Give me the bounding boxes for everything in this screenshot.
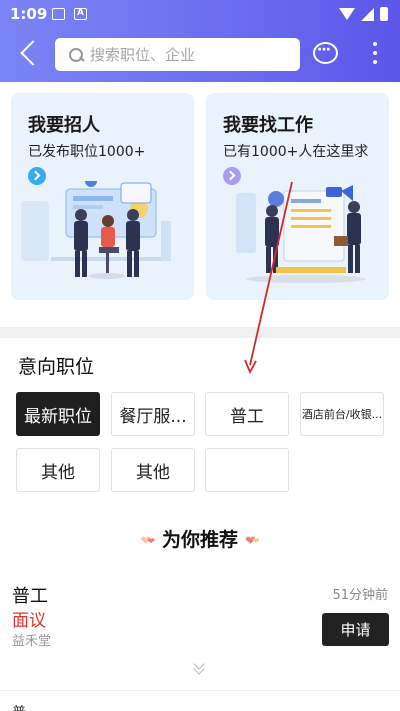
chip-empty[interactable] [205,448,289,492]
card-subtitle: 已发布职位1000+ [28,144,146,160]
heart-icon: ❤ [252,536,260,547]
list-divider [0,690,400,691]
chevron-down-icon[interactable] [192,658,208,676]
battery-icon [380,7,388,21]
job-title: 普工 [12,586,48,607]
back-button[interactable] [14,37,44,71]
status-bar: 1:09 A [0,0,400,28]
search-placeholder: 搜索职位、企业 [90,46,196,64]
job-salary: 面议 [12,611,46,631]
wifi-icon [339,8,355,20]
chip-general-worker[interactable]: 普工 [205,392,289,436]
job-seeker-illustration [236,185,366,283]
status-time: 1:09 [10,5,48,23]
more-icon[interactable] [370,42,380,66]
card-subtitle: 已有1000+人在这里求 [223,144,369,160]
notification-a-icon: A [74,8,87,20]
recommend-header: ❤❤ 为你推荐 ❤❤ [0,525,400,552]
section-divider [0,327,400,338]
recommend-title: 为你推荐 [161,529,238,551]
chip-latest[interactable]: 最新职位 [16,392,100,436]
job-company: 益禾堂 [12,634,52,649]
signal-icon [361,7,374,21]
search-input[interactable]: 搜索职位、企业 [55,38,300,71]
chip-hotel-front-desk[interactable]: 酒店前台/收银... [300,392,384,436]
next-job-title-partial: 普 [12,702,26,711]
chip-other[interactable]: 其他 [16,448,100,492]
job-seeker-card[interactable]: 我要找工作 已有1000+人在这里求 [206,93,389,300]
job-list-item[interactable]: 普工 面议 益禾堂 51分钟前 申请 [0,575,400,690]
search-icon [68,47,84,63]
card-title: 我要找工作 [223,115,313,136]
recruit-card[interactable]: 我要招人 已发布职位1000+ [11,93,194,300]
intent-title: 意向职位 [18,356,95,378]
chip-restaurant[interactable]: 餐厅服... [111,392,195,436]
job-posted-time: 51分钟前 [332,588,388,603]
apply-button[interactable]: 申请 [322,613,389,646]
recruit-illustration [21,181,171,279]
status-indicators [339,6,388,22]
gallery-icon [52,8,65,20]
chip-other[interactable]: 其他 [111,448,195,492]
card-title: 我要招人 [28,115,100,136]
app-header: 1:09 A 搜索职位、企业 [0,0,400,82]
heart-icon: ❤ [147,536,155,547]
message-icon[interactable] [313,42,338,64]
